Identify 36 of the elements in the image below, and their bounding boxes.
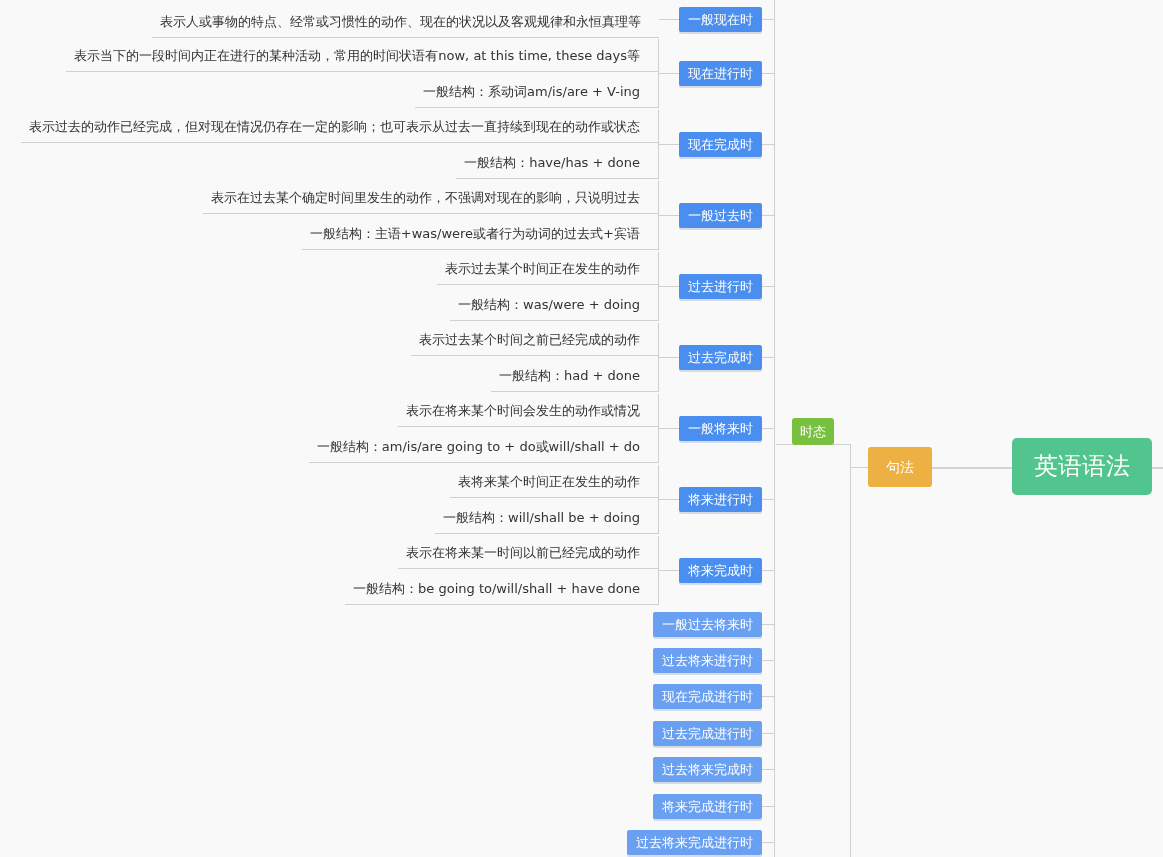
branch-node[interactable]: 句法	[868, 447, 932, 487]
note-text: 一般结构：will/shall be + doing	[435, 501, 658, 534]
topic-node[interactable]: 时态	[792, 418, 834, 445]
tense-node[interactable]: 将来进行时	[679, 487, 762, 512]
note-text: 表示过去的动作已经完成，但对现在情况仍存在一定的影响；也可表示从过去一直持续到现在的动作或状态	[21, 110, 658, 143]
note-text: 表示当下的一段时间内正在进行的某种活动，常用的时间状语有now, at this time, these days等	[66, 39, 658, 72]
tense-node[interactable]: 现在进行时	[679, 61, 762, 86]
note-text: 表示在过去某个确定时间里发生的动作，不强调对现在的影响，只说明过去	[203, 181, 658, 214]
tense-node[interactable]: 现在完成进行时	[653, 684, 762, 710]
note-text: 一般结构：had + done	[490, 359, 658, 392]
note-text: 一般结构：主语+was/were或者行为动词的过去式+宾语	[301, 217, 658, 250]
tense-node[interactable]: 一般现在时	[679, 6, 762, 32]
tense-node[interactable]: 过去完成时	[679, 345, 762, 370]
note-text: 表示在将来某个时间会发生的动作或情况	[398, 394, 658, 427]
tense-node[interactable]: 过去将来完成进行时	[627, 830, 762, 856]
note-text: 一般结构：be going to/will/shall + have done	[345, 572, 658, 605]
note-text: 表示在将来某一时间以前已经完成的动作	[398, 536, 658, 569]
tense-node[interactable]: 过去进行时	[679, 274, 762, 299]
note-text: 表示过去某个时间之前已经完成的动作	[411, 323, 658, 356]
note-text: 表示过去某个时间正在发生的动作	[437, 252, 658, 285]
tense-node[interactable]: 现在完成时	[679, 132, 762, 157]
note-text: 一般结构：have/has + done	[456, 146, 658, 179]
tense-node[interactable]: 将来完成时	[679, 558, 762, 583]
root-node[interactable]: 英语语法	[1012, 438, 1152, 495]
tense-node[interactable]: 一般将来时	[679, 416, 762, 441]
note-text: 一般结构：系动词am/is/are + V-ing	[415, 75, 658, 108]
note-text: 表将来某个时间正在发生的动作	[450, 465, 658, 498]
tense-node[interactable]: 过去将来进行时	[653, 648, 762, 674]
note-text: 表示人或事物的特点、经常或习惯性的动作、现在的状况以及客观规律和永恒真理等	[152, 5, 659, 38]
note-text: 一般结构：am/is/are going to + do或will/shall + do	[308, 430, 658, 463]
tense-node[interactable]: 过去完成进行时	[653, 720, 762, 746]
tense-node[interactable]: 过去将来完成时	[653, 757, 762, 783]
note-text: 一般结构：was/were + doing	[450, 288, 658, 321]
tense-node[interactable]: 将来完成进行时	[653, 793, 762, 819]
tense-node[interactable]: 一般过去时	[679, 203, 762, 228]
tense-node[interactable]: 一般过去将来时	[653, 611, 762, 637]
